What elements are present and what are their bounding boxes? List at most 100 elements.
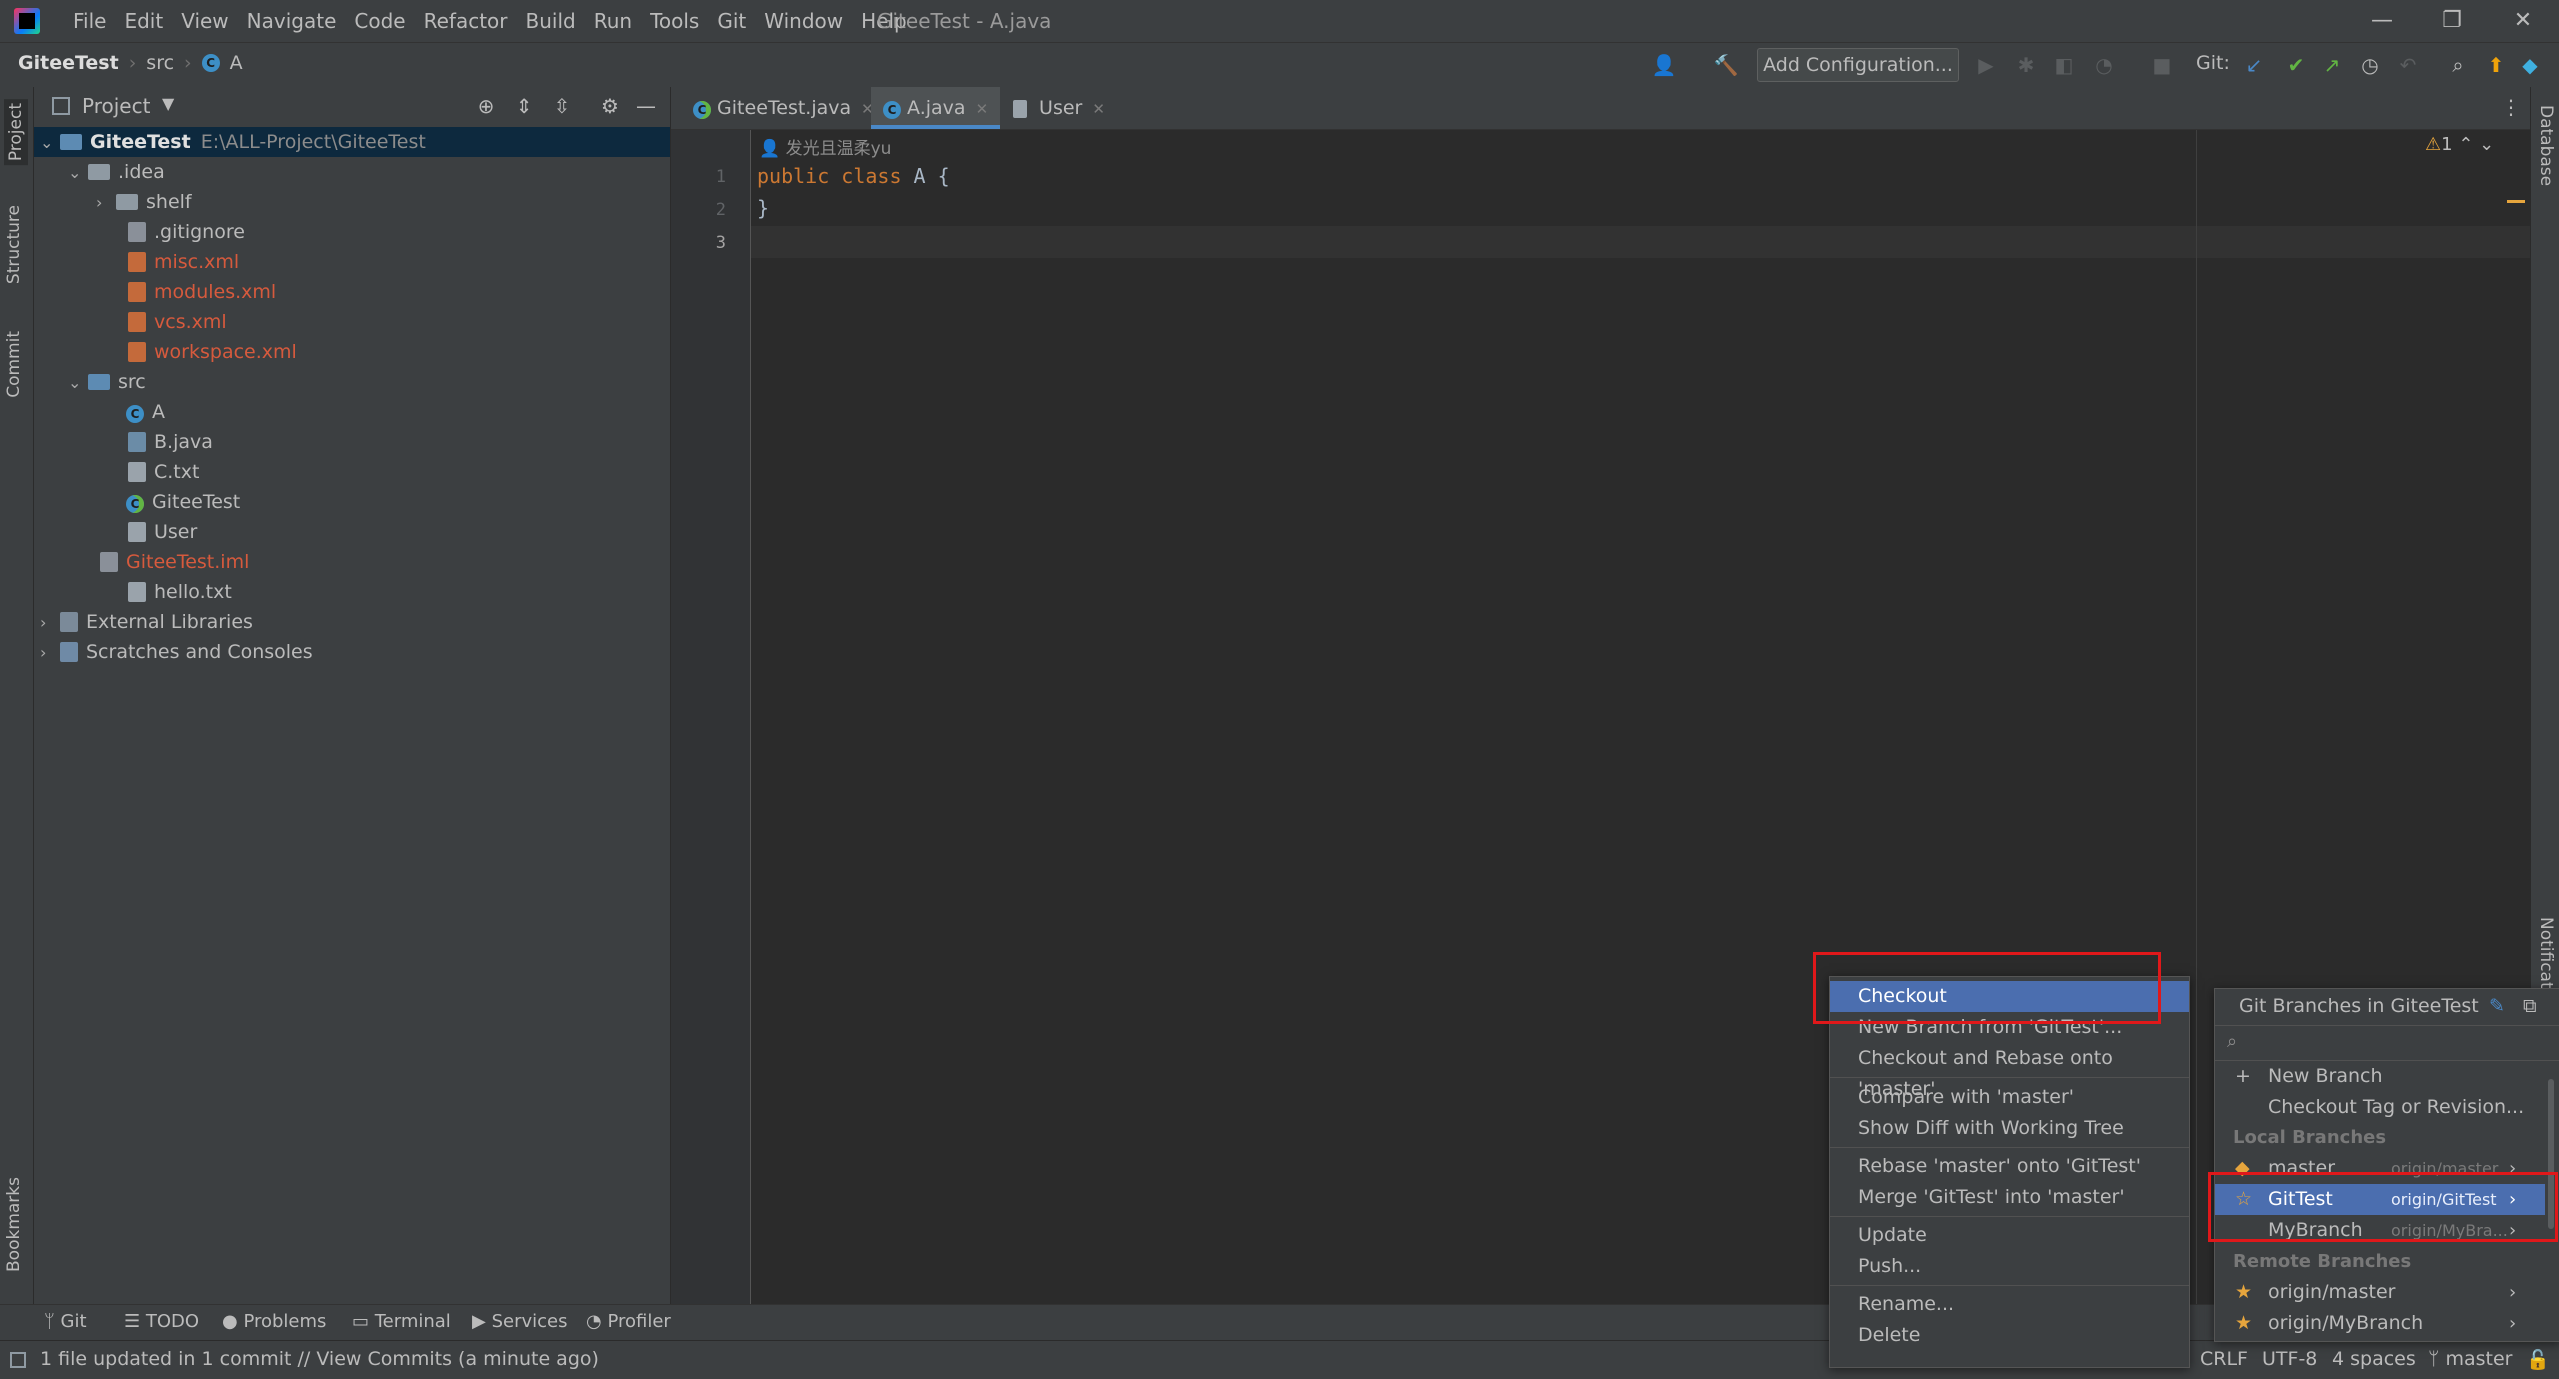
indent-setting[interactable]: 4 spaces [2332, 1348, 2416, 1370]
close-icon[interactable]: ✕ [1092, 100, 1105, 118]
chevron-up-icon[interactable]: ⌃ [2458, 134, 2473, 155]
tab-a-java[interactable]: C A.java ✕ [871, 87, 1001, 129]
open-window-icon[interactable]: ⧉ [2523, 995, 2537, 1017]
breadcrumb-project[interactable]: GiteeTest [18, 52, 119, 74]
tree-item-b-java[interactable]: B.java [34, 427, 670, 457]
warning-stripe-marker[interactable] [2507, 200, 2525, 203]
tab-gitee-test-java[interactable]: C GiteeTest.java ✕ [681, 87, 886, 129]
stop-icon[interactable]: ■ [2148, 51, 2176, 79]
git-push-icon[interactable]: ↗ [2318, 51, 2346, 79]
checkout-tag-action[interactable]: Checkout Tag or Revision... [2215, 1092, 2545, 1123]
build-hammer-icon[interactable]: 🔨 [1712, 51, 1740, 79]
minimize-button[interactable]: — [2367, 8, 2397, 33]
menu-edit[interactable]: Edit [115, 9, 172, 33]
tree-item-hello-txt[interactable]: hello.txt [34, 577, 670, 607]
menu-item-new-branch-from[interactable]: New Branch from 'GitTest'... [1830, 1012, 2189, 1043]
tree-item-misc-xml[interactable]: misc.xml [34, 247, 670, 277]
scrollbar-thumb[interactable] [2548, 1079, 2554, 1229]
branch-item-origin-mybranch[interactable]: ★ origin/MyBranch › [2215, 1308, 2545, 1339]
git-branch-widget[interactable]: ᛘ master [2428, 1348, 2512, 1370]
branch-item-master[interactable]: ◆ master origin/master › [2215, 1153, 2545, 1184]
profile-icon[interactable]: ◔ [2090, 51, 2118, 79]
project-tool-tab[interactable]: Project [4, 99, 28, 166]
menu-item-rename[interactable]: Rename... [1830, 1289, 2189, 1320]
tree-item-idea[interactable]: ⌄ .idea [34, 157, 670, 187]
run-icon[interactable]: ▶ [1972, 51, 2000, 79]
lock-icon[interactable]: 🔓 [2526, 1348, 2550, 1371]
search-icon[interactable]: ⌕ [2444, 51, 2472, 79]
menu-item-update[interactable]: Update [1830, 1220, 2189, 1251]
menu-tools[interactable]: Tools [641, 9, 708, 33]
update-available-icon[interactable]: ⬆ [2482, 51, 2510, 79]
expand-all-icon[interactable]: ⇕ [510, 92, 538, 120]
user-icon[interactable]: 👤 [1650, 51, 1678, 79]
tree-item-workspace-xml[interactable]: workspace.xml [34, 337, 670, 367]
restore-button[interactable]: ❐ [2437, 8, 2467, 33]
tree-item-gitee-test-iml[interactable]: GiteeTest.iml [34, 547, 670, 577]
git-tool-button[interactable]: ᛘ Git [44, 1311, 87, 1332]
branch-item-gittest[interactable]: ☆ GitTest origin/GitTest › [2215, 1184, 2545, 1215]
history-icon[interactable]: ◷ [2356, 51, 2384, 79]
menu-run[interactable]: Run [585, 9, 641, 33]
tree-item-gitignore[interactable]: .gitignore [34, 217, 670, 247]
menu-item-delete[interactable]: Delete [1830, 1320, 2189, 1351]
profiler-tool-button[interactable]: ◔ Profiler [586, 1311, 671, 1332]
tree-item-external-libraries[interactable]: › External Libraries [34, 607, 670, 637]
coverage-icon[interactable]: ◧ [2050, 51, 2078, 79]
tree-item-gitee-test-class[interactable]: C GiteeTest [34, 487, 670, 517]
menu-item-push[interactable]: Push... [1830, 1251, 2189, 1282]
tree-item-project-root[interactable]: ⌄ GiteeTest E:\ALL-Project\GiteeTest [34, 127, 670, 157]
menu-item-rebase[interactable]: Rebase 'master' onto 'GitTest' [1830, 1151, 2189, 1182]
tree-item-src[interactable]: ⌄ src [34, 367, 670, 397]
breadcrumb-class[interactable]: A [230, 52, 243, 74]
breadcrumb-src[interactable]: src [146, 52, 174, 74]
problems-tool-button[interactable]: ● Problems [222, 1311, 326, 1332]
tab-user[interactable]: User ✕ [1001, 87, 1117, 129]
terminal-tool-button[interactable]: ▭ Terminal [352, 1311, 451, 1332]
menu-window[interactable]: Window [755, 9, 852, 33]
edit-settings-icon[interactable]: ✎ [2489, 995, 2505, 1017]
menu-item-checkout-and-rebase[interactable]: Checkout and Rebase onto 'master' [1830, 1043, 2189, 1100]
rollback-icon[interactable]: ↶ [2394, 51, 2422, 79]
close-icon[interactable]: ✕ [976, 100, 989, 118]
line-separator[interactable]: CRLF [2200, 1348, 2248, 1370]
menu-build[interactable]: Build [517, 9, 585, 33]
tree-item-vcs-xml[interactable]: vcs.xml [34, 307, 670, 337]
menu-code[interactable]: Code [345, 9, 414, 33]
tree-item-class-a[interactable]: CA [34, 397, 670, 427]
tree-item-user[interactable]: User [34, 517, 670, 547]
menu-refactor[interactable]: Refactor [415, 9, 517, 33]
file-encoding[interactable]: UTF-8 [2262, 1348, 2317, 1370]
collapse-all-icon[interactable]: ⇳ [548, 92, 576, 120]
debug-icon[interactable]: ✱ [2012, 51, 2040, 79]
tree-item-scratches[interactable]: › Scratches and Consoles [34, 637, 670, 667]
chevron-down-icon[interactable]: ⌄ [2479, 134, 2494, 155]
gear-icon[interactable]: ⚙ [596, 92, 624, 120]
branch-item-mybranch[interactable]: MyBranch origin/MyBra... › [2215, 1215, 2545, 1246]
todo-tool-button[interactable]: ☰ TODO [124, 1311, 199, 1332]
code-with-me-icon[interactable]: ◆ [2516, 51, 2544, 79]
tree-item-modules-xml[interactable]: modules.xml [34, 277, 670, 307]
tree-item-c-txt[interactable]: C.txt [34, 457, 670, 487]
hide-panel-icon[interactable]: — [632, 92, 660, 120]
locate-file-icon[interactable]: ⊕ [472, 92, 500, 120]
menu-item-compare-with[interactable]: Compare with 'master' [1830, 1082, 2189, 1113]
commit-tool-tab[interactable]: Commit [4, 331, 24, 398]
branch-search-input[interactable]: ⌕ [2215, 1025, 2559, 1061]
menu-navigate[interactable]: Navigate [238, 9, 346, 33]
menu-git[interactable]: Git [708, 9, 755, 33]
more-tabs-icon[interactable]: ⋮ [2501, 95, 2521, 119]
menu-file[interactable]: File [64, 9, 115, 33]
git-update-icon[interactable]: ↙ [2240, 51, 2268, 79]
menu-item-checkout[interactable]: Checkout [1830, 981, 2189, 1012]
chevron-down-icon[interactable]: ▼ [162, 94, 174, 113]
menu-item-merge[interactable]: Merge 'GitTest' into 'master' [1830, 1182, 2189, 1213]
git-commit-icon[interactable]: ✔ [2282, 51, 2310, 79]
add-configuration-button[interactable]: Add Configuration... [1757, 48, 1959, 82]
branch-item-origin-master[interactable]: ★ origin/master › [2215, 1277, 2545, 1308]
new-branch-action[interactable]: + New Branch [2215, 1061, 2545, 1092]
inspection-widget[interactable]: ⚠1 ⌃ ⌄ [2425, 134, 2494, 155]
services-tool-button[interactable]: ▶ Services [472, 1311, 567, 1332]
database-tool-tab[interactable]: Database [2536, 105, 2556, 186]
structure-tool-tab[interactable]: Structure [4, 205, 24, 284]
